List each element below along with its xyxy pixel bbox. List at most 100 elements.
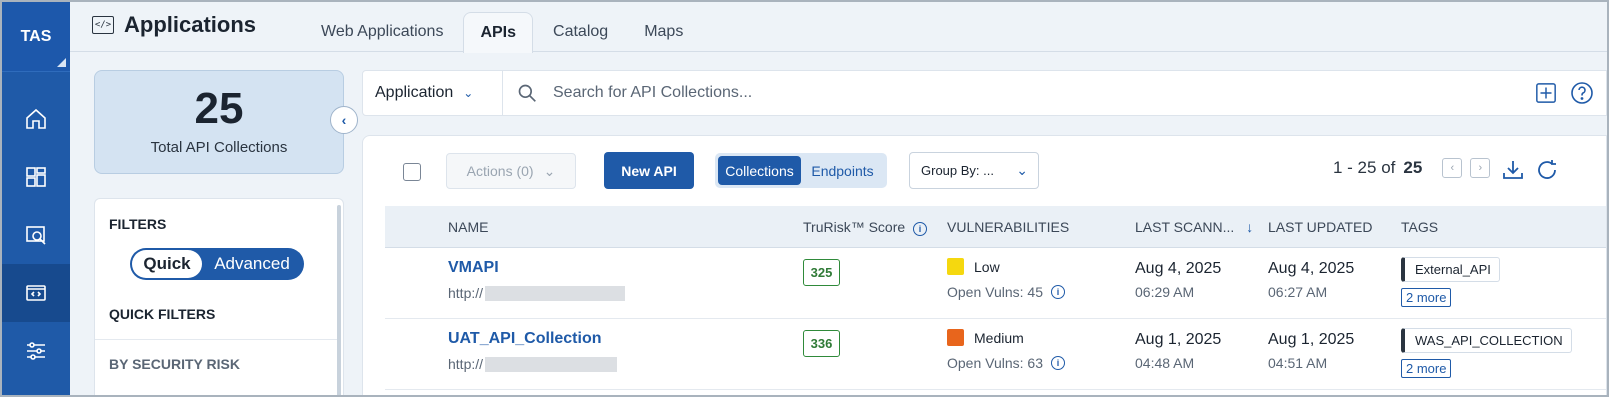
open-vulns-label: Open Vulns: 63 — [947, 355, 1043, 371]
open-vulns-label: Open Vulns: 45 — [947, 284, 1043, 300]
search-bar: Application ⌄ — [362, 70, 1607, 116]
severity-swatch — [947, 258, 964, 275]
tag-chip: External_API — [1401, 257, 1500, 282]
tags-cell: External_API 2 more — [1401, 257, 1500, 307]
scan-search-icon — [26, 226, 46, 245]
chevron-down-icon: ⌄ — [543, 162, 556, 179]
left-nav-rail: TAS — [2, 2, 70, 395]
refresh-icon — [1538, 160, 1556, 179]
help-button[interactable] — [1570, 81, 1594, 105]
page-header: </> Applications Web Applications APIs C… — [70, 2, 1607, 53]
col-trurisk[interactable]: TruRisk™ Score i — [803, 219, 928, 236]
scanned-time: 06:29 AM — [1135, 284, 1195, 300]
filters-panel: FILTERS Quick Advanced QUICK FILTERS BY … — [94, 198, 344, 395]
code-window-icon: </> — [92, 16, 114, 34]
col-last-scanned[interactable]: LAST SCANN... ↓ — [1135, 219, 1253, 235]
group-by-label: Group By: ... — [921, 163, 994, 178]
filters-scrollbar[interactable] — [337, 205, 341, 395]
updated-date: Aug 4, 2025 — [1268, 260, 1355, 277]
chevron-down-icon: ⌄ — [1016, 162, 1028, 178]
info-icon[interactable]: i — [1051, 285, 1065, 299]
table-header: NAME TruRisk™ Score i VULNERABILITIES LA… — [385, 206, 1606, 248]
col-last-scanned-label: LAST SCANN... — [1135, 219, 1235, 235]
col-last-updated[interactable]: LAST UPDATED — [1268, 219, 1373, 235]
nav-settings[interactable] — [2, 322, 70, 380]
info-icon[interactable]: i — [1051, 356, 1065, 370]
more-tags-link[interactable]: 2 more — [1401, 359, 1452, 378]
tab-apis[interactable]: APIs — [463, 12, 534, 53]
quick-filters-heading: QUICK FILTERS — [109, 306, 216, 322]
plus-box-icon — [1536, 83, 1556, 103]
open-vulns: Open Vulns: 45 i — [947, 284, 1065, 300]
open-vulns: Open Vulns: 63 i — [947, 355, 1065, 371]
table-row[interactable]: VMAPI http:// 325 Low Open Vulns: 45 i A… — [385, 249, 1606, 319]
seg-collections[interactable]: Collections — [718, 156, 801, 185]
collection-name-link[interactable]: UAT_API_Collection — [448, 330, 617, 348]
collection-name-link[interactable]: VMAPI — [448, 259, 625, 277]
toggle-advanced[interactable]: Advanced — [202, 250, 302, 278]
table-row[interactable]: UAT_API_Collection http:// 336 Medium Op… — [385, 320, 1606, 390]
url-prefix: http:// — [448, 285, 484, 301]
next-page-button[interactable]: › — [1470, 158, 1491, 178]
nav-home[interactable] — [2, 90, 70, 148]
search-scope-select[interactable]: Application ⌄ — [363, 71, 503, 115]
info-icon[interactable]: i — [913, 222, 928, 236]
more-tags-link[interactable]: 2 more — [1401, 288, 1452, 307]
score-cell: 336 — [803, 330, 840, 357]
tab-catalog[interactable]: Catalog — [537, 12, 624, 52]
collapse-panel-button[interactable]: ‹ — [330, 106, 358, 134]
dashboard-icon — [26, 167, 46, 187]
seg-endpoints[interactable]: Endpoints — [801, 156, 884, 185]
severity-label: Low — [974, 258, 1000, 275]
chevron-down-icon: ⌄ — [463, 86, 474, 100]
last-scanned-cell: Aug 4, 2025 06:29 AM — [1135, 260, 1221, 300]
last-updated-cell: Aug 4, 2025 06:27 AM — [1268, 260, 1354, 300]
col-name[interactable]: NAME — [448, 219, 488, 235]
nav-scans[interactable] — [2, 206, 70, 264]
search-icon — [518, 84, 536, 102]
download-icon — [1503, 161, 1523, 179]
updated-date: Aug 1, 2025 — [1268, 331, 1355, 348]
scanned-date: Aug 4, 2025 — [1135, 260, 1222, 277]
brand-corner-icon — [57, 58, 66, 67]
page-title: </> Applications — [92, 12, 256, 38]
url-prefix: http:// — [448, 356, 484, 372]
group-by-select[interactable]: Group By: ... ⌄ — [909, 152, 1039, 189]
updated-time: 04:51 AM — [1268, 355, 1328, 371]
by-security-risk-section[interactable]: BY SECURITY RISK — [109, 356, 240, 372]
prev-page-button[interactable]: ‹ — [1442, 158, 1463, 178]
redacted-url — [485, 356, 618, 372]
brand-switcher[interactable]: TAS — [2, 2, 70, 72]
filter-mode-toggle[interactable]: Quick Advanced — [130, 248, 304, 280]
module-tabs: Web Applications APIs Catalog Maps — [305, 12, 703, 53]
help-icon — [1571, 82, 1593, 104]
search-input[interactable] — [553, 84, 1053, 102]
severity: Low — [947, 258, 1065, 275]
new-api-button[interactable]: New API — [604, 152, 694, 189]
col-vulnerabilities[interactable]: VULNERABILITIES — [947, 219, 1069, 235]
col-trurisk-label: TruRisk™ Score — [803, 219, 906, 235]
last-updated-cell: Aug 1, 2025 04:51 AM — [1268, 331, 1354, 371]
collection-url: http:// — [448, 285, 626, 301]
nav-dashboard[interactable] — [2, 148, 70, 206]
app-window: TAS </> Applications Web Applications AP… — [0, 0, 1609, 397]
refresh-button[interactable] — [1535, 158, 1559, 187]
tab-web-applications[interactable]: Web Applications — [305, 12, 459, 52]
actions-dropdown[interactable]: Actions (0) ⌄ — [446, 153, 576, 189]
download-button[interactable] — [1501, 158, 1525, 187]
nav-applications[interactable] — [2, 264, 70, 322]
search-field — [503, 71, 1526, 115]
pager-total: 25 — [1403, 158, 1423, 177]
add-filter-button[interactable] — [1534, 81, 1558, 105]
total-collections-card: 25 Total API Collections — [94, 70, 344, 174]
select-all-checkbox[interactable] — [403, 163, 421, 181]
divider — [95, 339, 337, 340]
col-tags[interactable]: TAGS — [1401, 219, 1438, 235]
chevron-left-icon: ‹ — [341, 112, 347, 128]
toggle-quick[interactable]: Quick — [132, 250, 202, 278]
vulns-cell: Medium Open Vulns: 63 i — [947, 329, 1065, 371]
sliders-icon — [27, 342, 45, 360]
tab-maps[interactable]: Maps — [628, 12, 699, 52]
trurisk-score-badge: 336 — [803, 330, 840, 357]
total-collections-label: Total API Collections — [150, 139, 288, 156]
